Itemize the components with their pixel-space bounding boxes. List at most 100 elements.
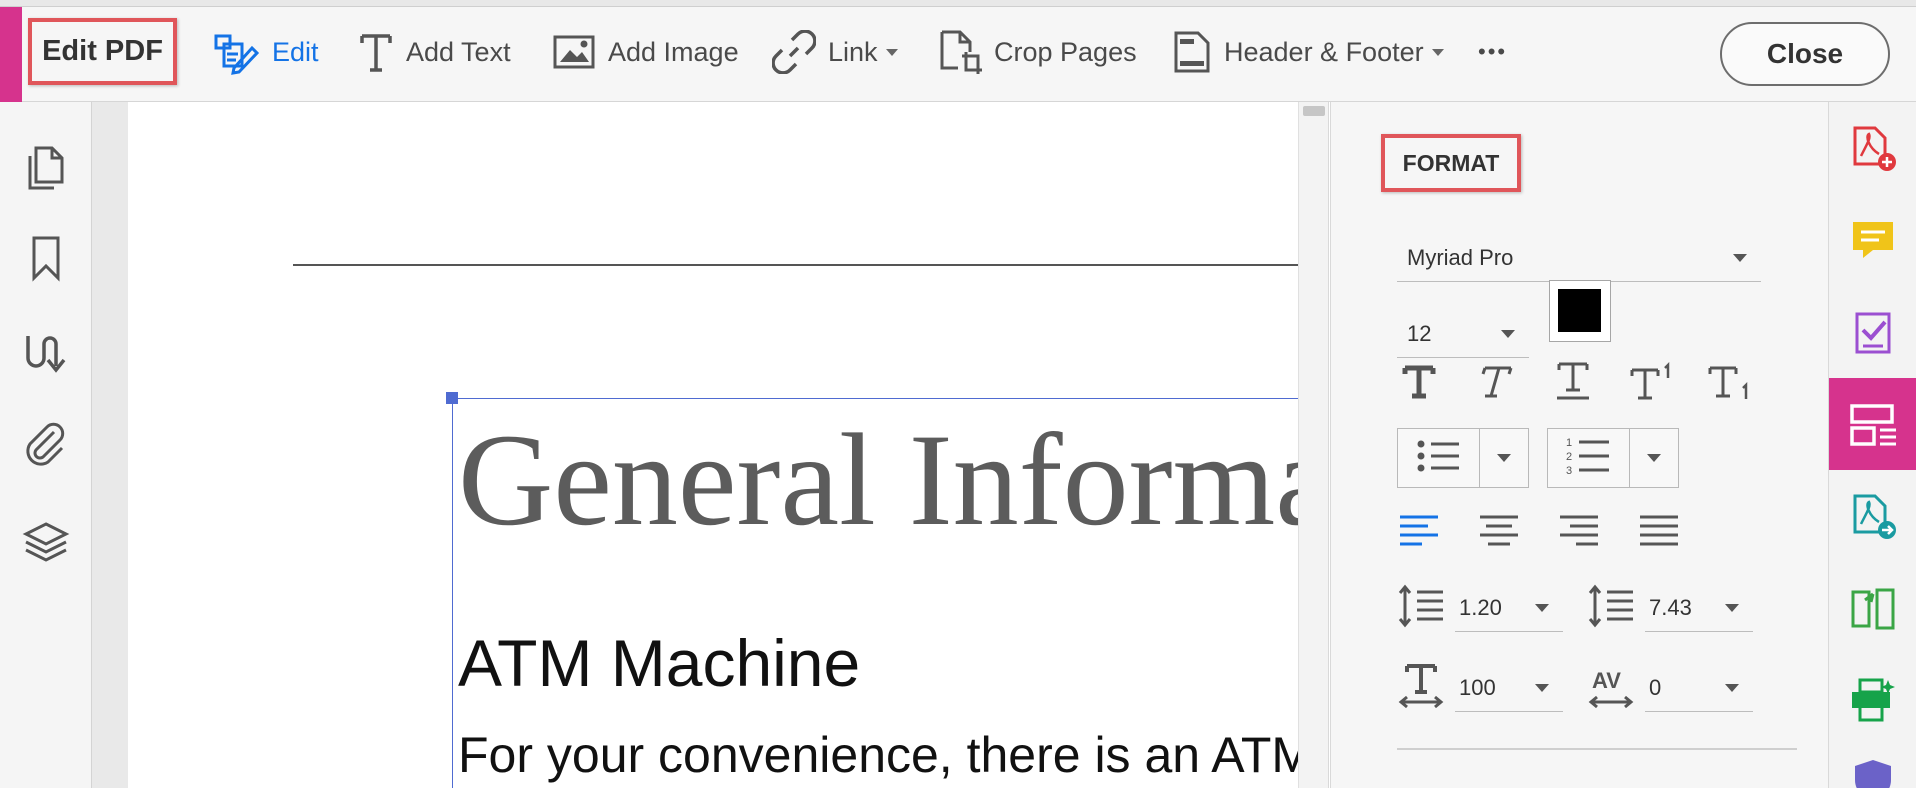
pages-icon[interactable] xyxy=(22,144,70,192)
subscript-icon xyxy=(1706,362,1752,407)
chevron-down-icon xyxy=(1535,683,1549,692)
protect-icon[interactable] xyxy=(1829,746,1916,788)
document-heading[interactable]: ATM Machine xyxy=(458,630,860,696)
export-pdf-icon[interactable] xyxy=(1829,470,1916,562)
text-color-swatch[interactable] xyxy=(1549,280,1611,342)
add-text-label: Add Text xyxy=(406,36,511,67)
svg-text:1: 1 xyxy=(1566,437,1572,449)
align-right-button[interactable] xyxy=(1553,506,1605,558)
text-icon xyxy=(358,30,394,74)
comment-icon[interactable] xyxy=(1829,194,1916,286)
numbered-list-button[interactable]: 1 2 3 xyxy=(1548,429,1630,487)
numbered-list-icon: 1 2 3 xyxy=(1565,434,1613,483)
align-center-icon xyxy=(1478,513,1520,552)
line-spacing-value: 1.20 xyxy=(1459,594,1502,620)
align-left-button[interactable] xyxy=(1393,506,1445,558)
add-image-button[interactable]: Add Image xyxy=(552,26,739,78)
add-image-label: Add Image xyxy=(608,36,739,67)
crop-pages-button[interactable]: Crop Pages xyxy=(938,26,1137,78)
justify-button[interactable] xyxy=(1633,506,1685,558)
tools-strip xyxy=(1828,102,1916,788)
window-top-edge xyxy=(0,0,1916,7)
organize-pages-icon[interactable] xyxy=(1829,562,1916,654)
align-left-icon xyxy=(1398,513,1440,552)
scrollbar-thumb[interactable] xyxy=(1303,106,1325,116)
edit-icon xyxy=(212,28,260,76)
close-button[interactable]: Close xyxy=(1720,22,1890,86)
svg-text:2: 2 xyxy=(1566,451,1572,463)
justify-icon xyxy=(1638,513,1680,552)
chevron-down-icon xyxy=(1647,454,1661,462)
header-footer-icon xyxy=(1172,29,1212,75)
character-spacing-icon: AV xyxy=(1587,662,1635,710)
navigation-pane xyxy=(0,102,92,788)
tool-accent-strip xyxy=(0,7,22,102)
bookmark-icon[interactable] xyxy=(22,234,70,282)
horizontal-scaling-icon xyxy=(1397,662,1445,710)
chevron-down-icon xyxy=(1725,603,1739,612)
fill-sign-icon[interactable] xyxy=(1829,286,1916,378)
acrobat-window: Edit PDF Edit Add Text Add Image Link Cr… xyxy=(0,0,1916,788)
link-label: Link xyxy=(828,36,878,67)
horizontal-scaling-value: 100 xyxy=(1459,674,1496,700)
resize-handle[interactable] xyxy=(446,392,458,404)
header-rule xyxy=(293,264,1298,266)
print-production-icon[interactable] xyxy=(1829,654,1916,746)
bullet-list-dropdown[interactable] xyxy=(1480,429,1528,487)
character-spacing-value: 0 xyxy=(1649,674,1662,700)
document-gutter xyxy=(92,102,128,788)
panel-divider xyxy=(1328,102,1329,788)
chevron-down-icon xyxy=(1725,683,1739,692)
header-footer-label: Header & Footer xyxy=(1224,36,1424,67)
more-tools-button[interactable]: ••• xyxy=(1478,26,1507,78)
horizontal-scaling-select[interactable]: 100 xyxy=(1455,664,1563,712)
line-spacing-icon xyxy=(1397,582,1445,630)
add-text-button[interactable]: Add Text xyxy=(358,26,511,78)
subscript-button[interactable] xyxy=(1703,358,1755,410)
create-pdf-icon[interactable] xyxy=(1829,102,1916,194)
bold-button[interactable] xyxy=(1393,358,1445,410)
superscript-icon xyxy=(1628,361,1674,407)
paragraph-spacing-select[interactable]: 7.43 xyxy=(1645,584,1753,632)
attachment-icon[interactable] xyxy=(22,420,70,468)
chevron-down-icon xyxy=(885,48,898,56)
svg-text:AV: AV xyxy=(1592,668,1621,693)
edit-tool-label: Edit xyxy=(272,36,319,67)
document-title[interactable]: General Informa xyxy=(458,414,1298,546)
panel-divider xyxy=(1397,748,1797,750)
pdf-page[interactable]: General Informa ATM Machine For your con… xyxy=(128,102,1298,788)
paragraph-spacing-value: 7.43 xyxy=(1649,594,1692,620)
link-icon xyxy=(772,30,816,74)
line-spacing-select[interactable]: 1.20 xyxy=(1455,584,1563,632)
numbered-list-dropdown[interactable] xyxy=(1630,429,1678,487)
more-icon: ••• xyxy=(1478,39,1508,64)
header-footer-button[interactable]: Header & Footer xyxy=(1172,26,1444,78)
text-color-fill xyxy=(1558,289,1601,332)
italic-icon xyxy=(1475,362,1515,407)
chevron-down-icon xyxy=(1497,454,1511,462)
align-center-button[interactable] xyxy=(1473,506,1525,558)
font-size-select[interactable]: 12 xyxy=(1397,310,1529,358)
underline-button[interactable] xyxy=(1547,358,1599,410)
bold-icon xyxy=(1399,362,1439,407)
link-button[interactable]: Link xyxy=(772,26,898,78)
svg-text:3: 3 xyxy=(1566,465,1572,477)
chevron-down-icon xyxy=(1733,253,1747,262)
chevron-down-icon xyxy=(1535,603,1549,612)
document-body-text[interactable]: For your convenience, there is an ATM xyxy=(458,730,1298,780)
align-right-icon xyxy=(1558,513,1600,552)
signature-icon[interactable] xyxy=(22,328,70,376)
edit-tool-button[interactable]: Edit xyxy=(212,26,319,78)
bullet-list-button[interactable] xyxy=(1398,429,1480,487)
paragraph-spacing-icon xyxy=(1587,582,1635,630)
edit-pdf-title: Edit PDF xyxy=(28,18,177,85)
superscript-button[interactable] xyxy=(1625,358,1677,410)
image-icon xyxy=(552,32,596,72)
font-family-select[interactable]: Myriad Pro xyxy=(1397,234,1761,282)
vertical-scrollbar[interactable] xyxy=(1298,102,1328,788)
italic-button[interactable] xyxy=(1469,358,1521,410)
edit-pdf-icon[interactable] xyxy=(1829,378,1916,470)
character-spacing-select[interactable]: 0 xyxy=(1645,664,1753,712)
layers-icon[interactable] xyxy=(22,520,70,568)
bullet-list-icon xyxy=(1415,436,1463,481)
